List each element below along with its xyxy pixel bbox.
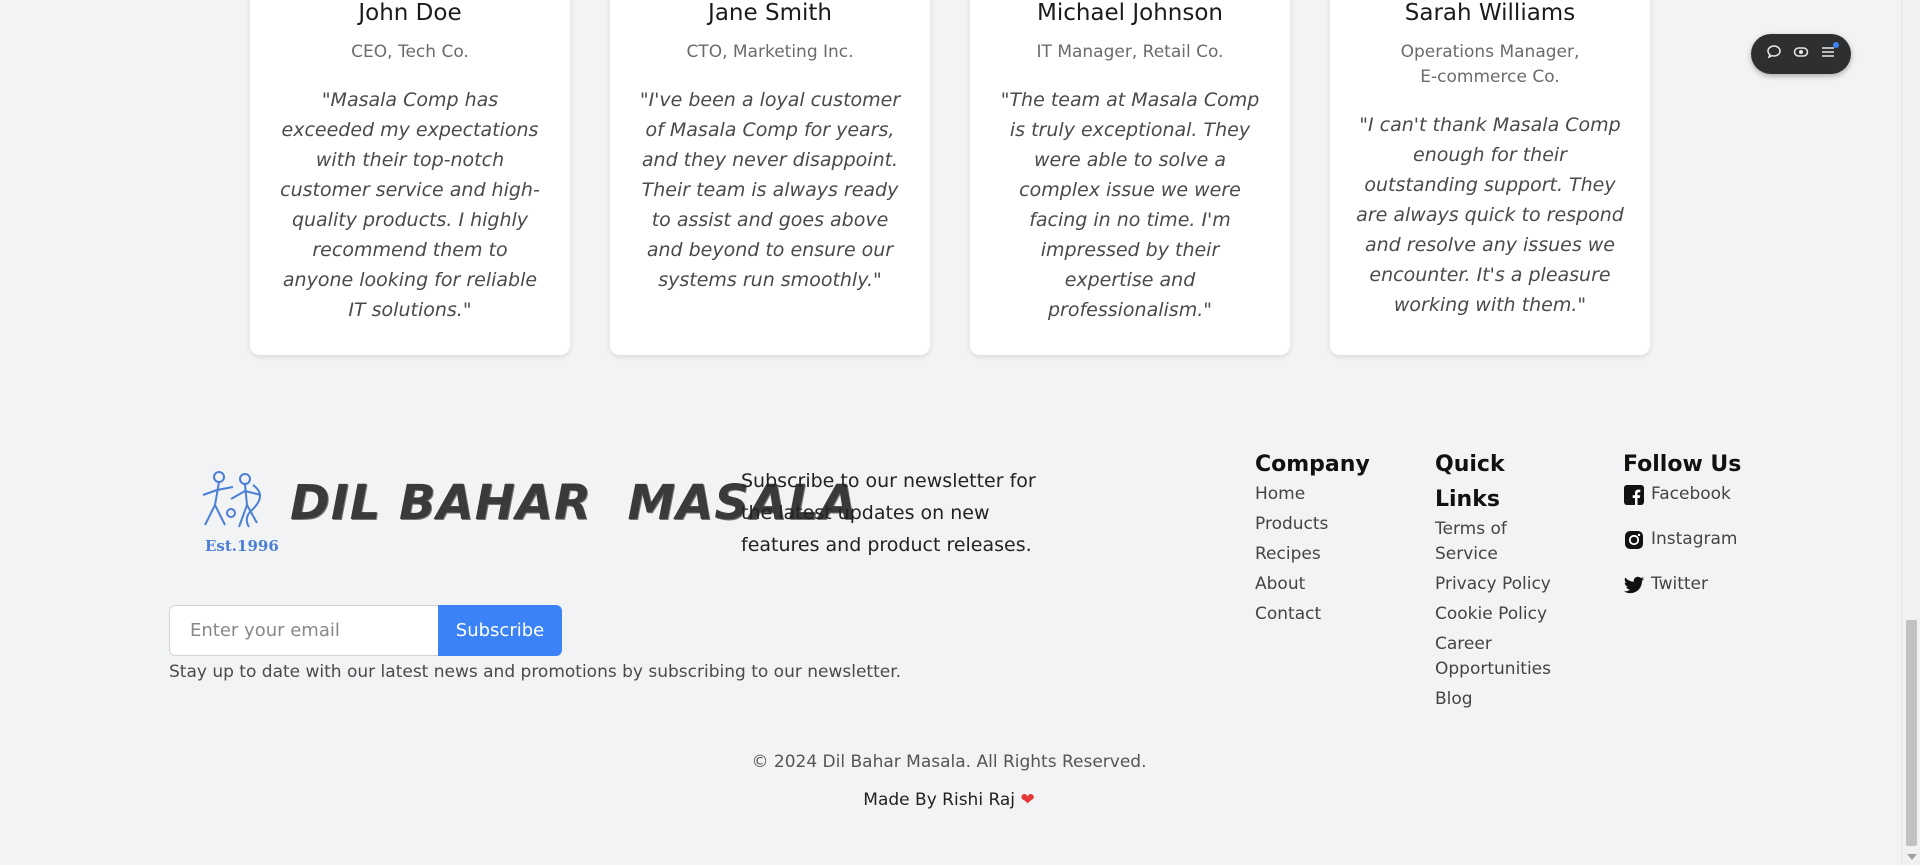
footer-link-careers[interactable]: Career Opportunities [1435,632,1575,682]
footer-column-title: Quick Links [1435,452,1505,512]
footer-column-title: Company [1255,452,1370,477]
heart-icon: ❤ [1020,790,1035,810]
social-label: Facebook [1651,484,1731,504]
made-by-text: Made By Rishi Raj [863,790,1016,810]
logo-established: Est.1996 [205,537,279,555]
subscribe-button[interactable]: Subscribe [438,605,562,656]
twitter-icon [1623,576,1645,593]
testimonial-card: Jane Smith CTO, Marketing Inc. "I've bee… [610,0,930,355]
instagram-icon [1625,530,1643,549]
footer-link-recipes[interactable]: Recipes [1255,542,1405,567]
footer-follow-column: Follow Us Facebook Instagram Twitter [1623,447,1793,617]
footer-column-title: Follow Us [1623,452,1742,477]
testimonial-quote: "The team at Masala Comp is truly except… [1000,89,1260,321]
testimonial-name: Jane Smith [708,0,832,26]
page-scrollbar[interactable] [1901,0,1920,865]
footer-link-home[interactable]: Home [1255,482,1405,507]
testimonials-row: John Doe CEO, Tech Co. "Masala Comp has … [250,0,1650,355]
testimonial-card: Michael Johnson IT Manager, Retail Co. "… [970,0,1290,355]
menu-icon[interactable] [1820,42,1839,64]
copyright-text: © 2024 Dil Bahar Masala. All Rights Rese… [751,752,1147,772]
testimonial-name: Michael Johnson [1036,0,1224,26]
footer-link-terms[interactable]: Terms of Service [1435,517,1575,567]
footer-link-blog[interactable]: Blog [1435,687,1575,712]
footer-link-contact[interactable]: Contact [1255,602,1405,627]
notification-dot [1832,42,1839,48]
testimonial-card: Sarah Williams Operations Manager, E-com… [1330,0,1650,355]
facebook-icon [1624,484,1644,505]
newsletter-note: Stay up to date with our latest news and… [169,662,902,682]
floating-toolbar [1751,34,1851,74]
social-link-instagram[interactable]: Instagram [1623,527,1793,552]
social-link-facebook[interactable]: Facebook [1623,482,1793,507]
social-label: Instagram [1651,529,1738,549]
footer-link-products[interactable]: Products [1255,512,1405,537]
testimonial-card: John Doe CEO, Tech Co. "Masala Comp has … [250,0,570,355]
testimonial-name: John Doe [358,0,462,26]
social-link-twitter[interactable]: Twitter [1623,572,1793,597]
testimonial-quote: "I've been a loyal customer of Masala Co… [639,89,901,291]
scrollbar-thumb[interactable] [1906,620,1917,846]
testimonial-name: Sarah Williams [1404,0,1576,26]
social-label: Twitter [1651,574,1708,594]
footer-logo: Est.1996 DIL BAHAR MASALA [195,465,857,560]
eye-icon[interactable] [1793,44,1809,64]
chat-icon[interactable] [1766,44,1782,64]
testimonial-role: CTO, Marketing Inc. [686,42,854,62]
footer-link-about[interactable]: About [1255,572,1405,597]
email-input[interactable] [169,605,438,656]
footer-quick-links-column: Quick Links Terms of Service Privacy Pol… [1435,447,1575,717]
made-by: Made By Rishi Raj ❤ [0,790,1898,810]
footer-link-cookie[interactable]: Cookie Policy [1435,602,1575,627]
newsletter-description: Subscribe to our newsletter for the late… [741,470,1036,556]
testimonial-role: Operations Manager, E-commerce Co. [1400,42,1580,87]
testimonial-role: IT Manager, Retail Co. [1036,42,1224,62]
footer-link-privacy[interactable]: Privacy Policy [1435,572,1575,597]
logo-figures-icon [202,471,262,528]
testimonial-quote: "I can't thank Masala Comp enough for th… [1356,114,1624,316]
testimonial-role: CEO, Tech Co. [351,42,469,62]
testimonial-quote: "Masala Comp has exceeded my expectation… [280,89,540,321]
scroll-down-arrow-icon[interactable] [1907,854,1917,860]
newsletter-form: Subscribe [169,605,562,656]
footer-company-column: Company Home Products Recipes About Cont… [1255,447,1405,632]
